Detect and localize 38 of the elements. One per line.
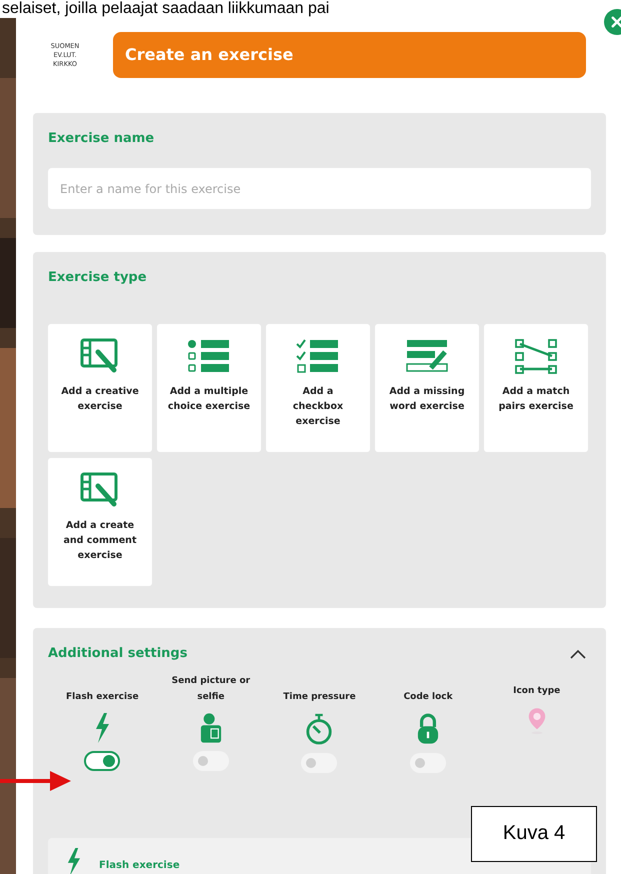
connect-pairs-icon: [514, 338, 558, 374]
exercise-type-card[interactable]: Add a creative exercise: [48, 324, 152, 452]
setting-label: Code lock: [404, 691, 453, 704]
section-heading: Additional settings: [48, 646, 188, 661]
figure-caption: Kuva 4: [471, 806, 597, 862]
lightning-icon: [66, 848, 81, 874]
panel-heading: Flash exercise: [99, 860, 180, 871]
setting-label: Flash exercise: [66, 691, 139, 704]
exercise-type-card[interactable]: Add a missing word exercise: [375, 324, 479, 452]
toggle-switch[interactable]: [301, 753, 338, 773]
arrow-icon: [0, 770, 72, 792]
padlock-icon: [417, 713, 440, 745]
checklist-icon: [296, 338, 340, 374]
document-text: selaiset, joilla pelaajat saadaan liikkumaan pai: [1, 0, 330, 18]
exercise-type-card[interactable]: Add a multiple choice exercise: [157, 324, 261, 452]
close-icon: [610, 15, 621, 29]
list-icon: [187, 338, 231, 374]
exercise-type-card[interactable]: Add a checkbox exercise: [266, 324, 370, 452]
setting-label: Time pressure: [283, 691, 356, 704]
title-bar: Create an exercise: [113, 32, 586, 78]
drawing-board-icon: [80, 338, 120, 374]
section-heading: Exercise type: [48, 270, 148, 285]
toggle-switch[interactable]: [84, 751, 120, 771]
toggle-switch[interactable]: [192, 751, 229, 771]
input-field[interactable]: Enter a name for this exercise: [48, 168, 591, 209]
drawing-board-icon: [80, 472, 120, 508]
text-edit-icon: [405, 338, 449, 374]
toggle-switch[interactable]: [410, 753, 446, 773]
section-heading: Exercise name: [48, 131, 156, 146]
person-photo-icon: [200, 713, 222, 743]
pin-icon[interactable]: [526, 707, 547, 735]
setting-label: Send picture or selfie: [170, 675, 252, 704]
stopwatch-icon: [305, 713, 334, 745]
exercise-type-card[interactable]: Add a match pairs exercise: [484, 324, 588, 452]
lightning-icon: [94, 713, 110, 743]
setting-label: Icon type: [513, 685, 560, 698]
exercise-type-card[interactable]: Add a create and comment exercise: [48, 458, 152, 586]
chevron-up-icon[interactable]: [570, 648, 586, 658]
